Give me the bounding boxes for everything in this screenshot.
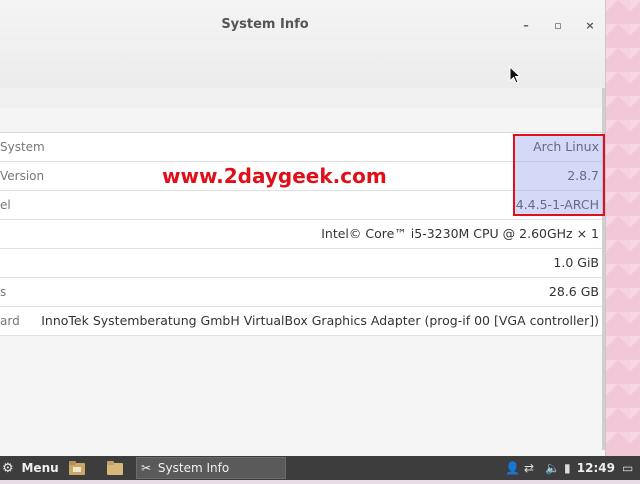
taskbar-task-system-info[interactable]: ✂ System Info bbox=[136, 457, 286, 479]
row-value: InnoTek Systemberatung GmbH VirtualBox G… bbox=[41, 313, 599, 328]
tools-icon: ✂ bbox=[141, 461, 152, 475]
desktop-background bbox=[606, 0, 640, 456]
volume-icon[interactable]: 🔈 bbox=[545, 456, 560, 480]
network-icon[interactable]: ⇄ bbox=[524, 456, 534, 480]
row-label: System bbox=[0, 140, 45, 154]
row-value: 1.0 GiB bbox=[553, 255, 599, 270]
file-manager-icon[interactable] bbox=[68, 456, 86, 480]
row-value: 2.8.7 bbox=[567, 168, 599, 183]
mouse-cursor-icon bbox=[509, 66, 521, 84]
row-value: Arch Linux bbox=[533, 139, 599, 154]
content-area: System Arch Linux Version 2.8.7 el 4.4.5… bbox=[0, 108, 605, 456]
scrollbar[interactable] bbox=[602, 88, 605, 450]
row-label: s bbox=[0, 285, 7, 299]
settings-icon: ⚙ bbox=[2, 461, 14, 476]
display-icon[interactable]: ▭ bbox=[622, 456, 633, 480]
row-value: Intel© Core™ i5-3230M CPU @ 2.60GHz × 1 bbox=[321, 226, 599, 241]
row-value: 4.4.5-1-ARCH bbox=[515, 197, 599, 212]
table-row: el 4.4.5-1-ARCH bbox=[0, 191, 605, 220]
table-row: ard InnoTek Systemberatung GmbH VirtualB… bbox=[0, 307, 605, 336]
clock[interactable]: 12:49 bbox=[577, 456, 615, 480]
watermark-text: www.2daygeek.com bbox=[162, 164, 387, 188]
row-label: el bbox=[0, 198, 11, 212]
menu-button[interactable]: ⚙ Menu bbox=[2, 456, 59, 480]
row-label: Version bbox=[0, 169, 45, 183]
taskbar: ⚙ Menu ✂ System Info 👤 ⇄ 🔈 ▮ 12:49 ▭ bbox=[0, 456, 640, 480]
table-row: Intel© Core™ i5-3230M CPU @ 2.60GHz × 1 bbox=[0, 220, 605, 249]
info-table: System Arch Linux Version 2.8.7 el 4.4.5… bbox=[0, 132, 605, 336]
minimize-button[interactable]: – bbox=[518, 18, 534, 34]
section-header bbox=[0, 88, 605, 109]
table-row: 1.0 GiB bbox=[0, 249, 605, 278]
menu-label: Menu bbox=[21, 461, 59, 475]
table-row: System Arch Linux bbox=[0, 133, 605, 162]
row-label: ard bbox=[0, 314, 20, 328]
row-value: 28.6 GB bbox=[548, 284, 599, 299]
battery-icon[interactable]: ▮ bbox=[564, 456, 571, 480]
task-label: System Info bbox=[157, 461, 230, 475]
table-row: s 28.6 GB bbox=[0, 278, 605, 307]
window-title: System Info bbox=[221, 17, 309, 32]
close-button[interactable]: × bbox=[582, 18, 598, 34]
user-icon[interactable]: 👤 bbox=[505, 456, 520, 480]
folder-icon[interactable] bbox=[106, 456, 124, 480]
maximize-button[interactable]: ▫ bbox=[550, 18, 566, 34]
